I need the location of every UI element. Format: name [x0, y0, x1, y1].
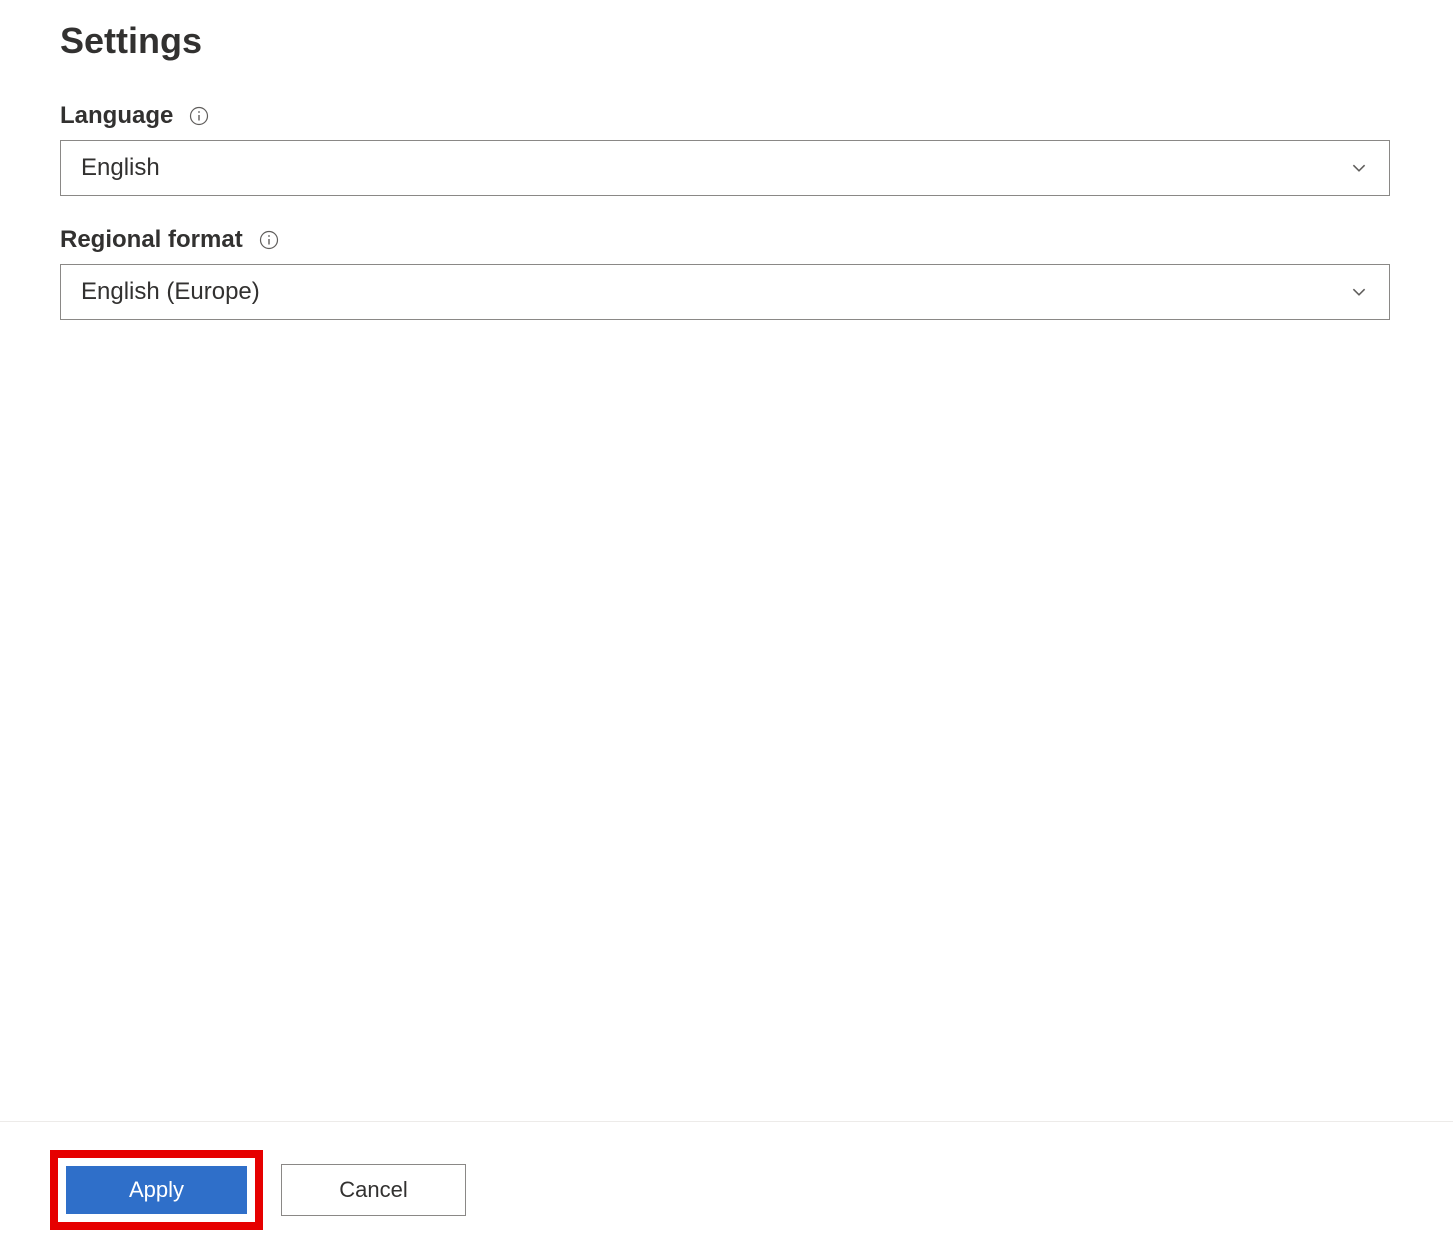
chevron-down-icon [1349, 282, 1369, 302]
footer-bar: Apply Cancel [0, 1121, 1453, 1258]
language-field-group: Language English [60, 102, 1393, 196]
language-dropdown[interactable]: English [60, 140, 1390, 196]
regional-format-dropdown-value: English (Europe) [81, 278, 260, 306]
language-label: Language [60, 102, 173, 130]
regional-format-field-group: Regional format English (Europe) [60, 226, 1393, 320]
regional-format-label: Regional format [60, 226, 243, 254]
apply-highlight: Apply [50, 1150, 263, 1230]
language-dropdown-value: English [81, 154, 160, 182]
info-icon[interactable] [189, 106, 209, 126]
apply-button[interactable]: Apply [64, 1164, 249, 1216]
info-icon[interactable] [259, 230, 279, 250]
page-title: Settings [60, 20, 1393, 62]
cancel-button[interactable]: Cancel [281, 1164, 466, 1216]
chevron-down-icon [1349, 158, 1369, 178]
regional-format-dropdown[interactable]: English (Europe) [60, 264, 1390, 320]
